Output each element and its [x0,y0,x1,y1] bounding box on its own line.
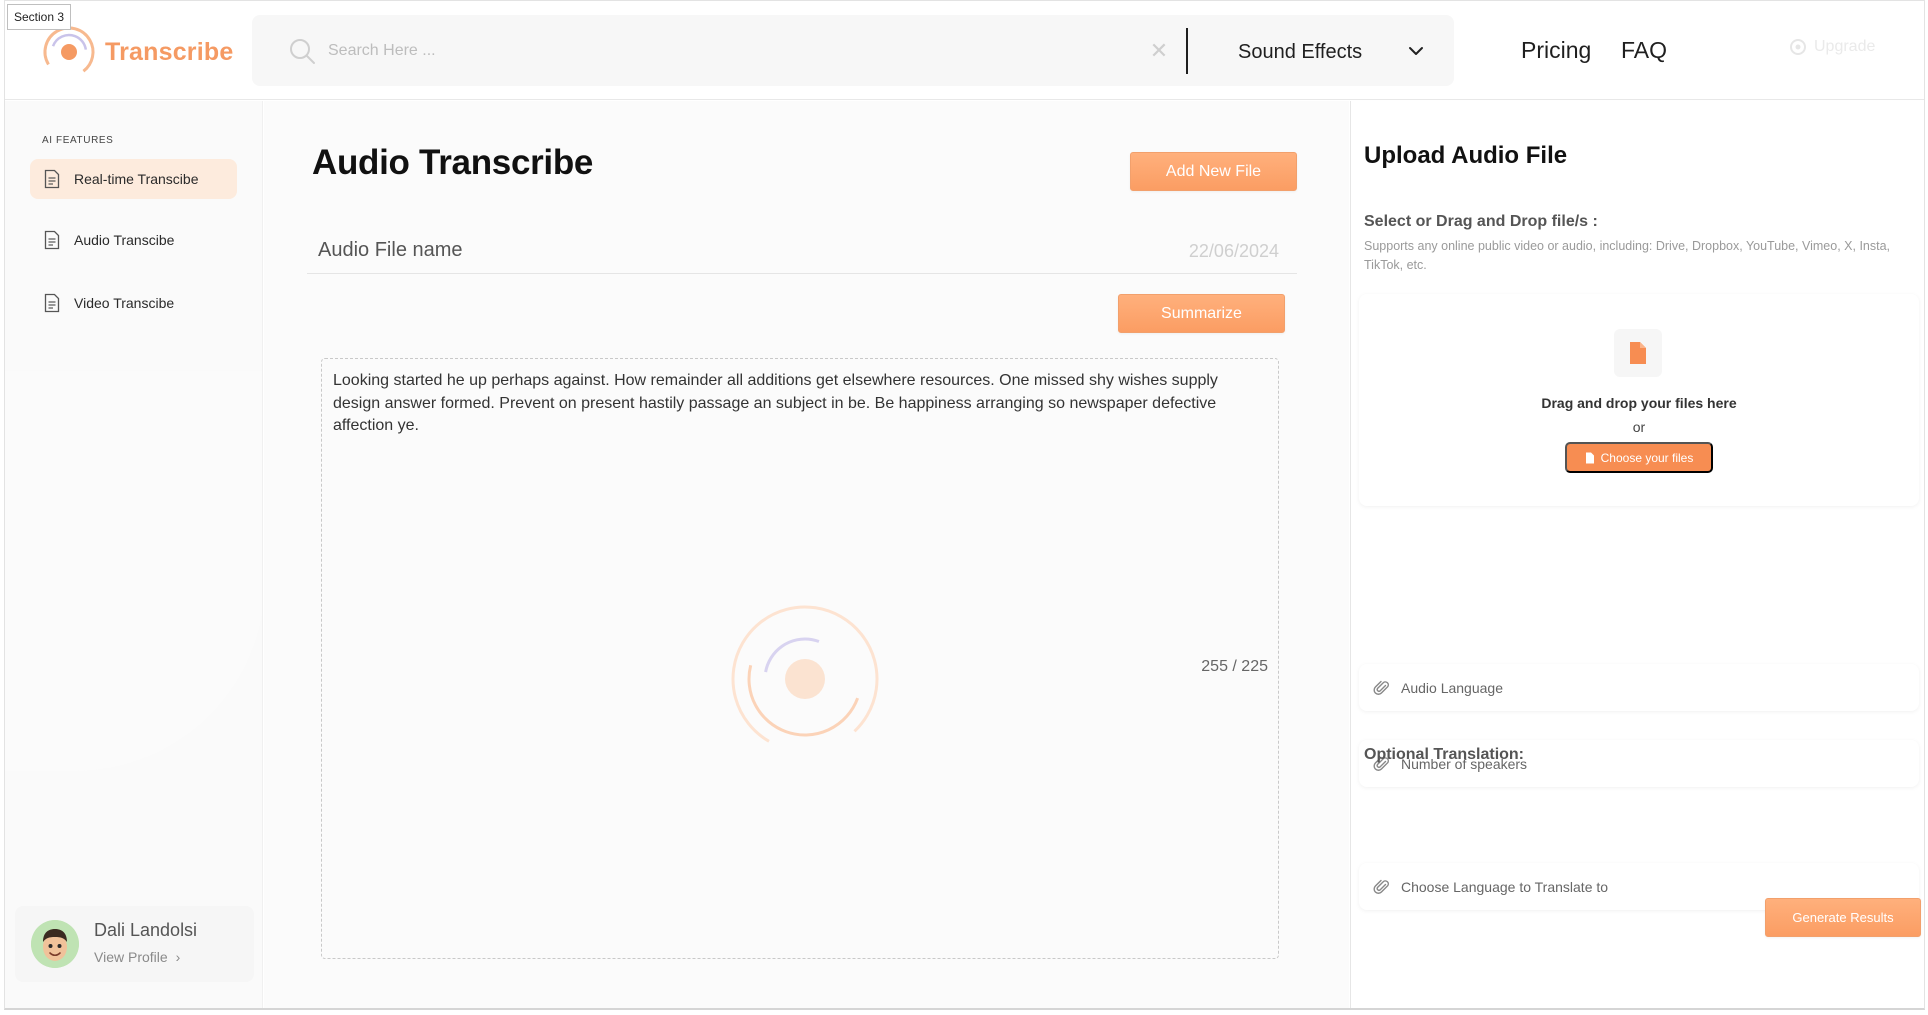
dropzone-title: Drag and drop your files here [1541,395,1737,411]
upgrade-label: Upgrade [1814,38,1876,55]
audio-language-field[interactable]: Audio Language [1359,664,1919,711]
logo[interactable]: Transcribe [41,24,233,80]
section-tag: Section 3 [7,4,72,30]
nav-pricing-link[interactable]: Pricing [1521,37,1591,64]
sidebar-item-video-transcribe[interactable]: Video Transcibe [30,283,237,323]
sidebar-item-label: Audio Transcibe [74,232,175,248]
optional-translation-title: Optional Translation: [1364,746,1525,763]
sidebar-item-realtime-transcribe[interactable]: Real-time Transcibe [30,159,237,199]
sidebar-item-audio-transcribe[interactable]: Audio Transcibe [30,220,237,260]
file-name-row[interactable]: Audio File name 22/06/2024 [307,233,1297,274]
upload-panel: Upload Audio File Select or Drag and Dro… [1350,101,1924,1008]
transcript-text: Looking started he up perhaps against. H… [333,372,1218,434]
nav-faq-link[interactable]: FAQ [1621,37,1667,64]
brand-name: Transcribe [105,37,234,66]
loading-spinner-icon [731,605,879,753]
category-dropdown[interactable]: Sound Effects [1210,37,1430,67]
sidebar-decoration [5,371,262,771]
paperclip-icon [1373,879,1389,894]
translate-language-label: Choose Language to Translate to [1401,878,1609,895]
category-label: Sound Effects [1238,40,1363,63]
app-frame: Transcribe ✕ Sound Effects Pricing FAQ [4,0,1925,1010]
add-new-file-button[interactable]: Add New File [1130,152,1297,191]
user-profile-card[interactable]: Dali Landolsi View Profile › [15,906,254,982]
choose-files-label: Choose your files [1600,450,1694,465]
gear-icon [1790,39,1806,55]
view-profile-link[interactable]: View Profile › [94,949,180,965]
page-title: Audio Transcribe [312,143,594,182]
upload-subtitle: Select or Drag and Drop file/s : [1364,213,1598,230]
view-profile-label: View Profile [94,949,168,965]
search-input[interactable] [328,35,1108,67]
header: Transcribe ✕ Sound Effects Pricing FAQ [5,1,1924,100]
upload-title: Upload Audio File [1364,142,1568,169]
file-date: 22/06/2024 [1188,241,1279,261]
sidebar-item-label: Real-time Transcibe [74,171,199,187]
upgrade-button[interactable]: Upgrade [1788,37,1875,57]
search-icon [290,39,315,64]
sidebar-heading: AI FEATURES [42,135,114,146]
dropzone-icon-wrap [1614,329,1662,377]
chevron-down-icon[interactable] [1406,41,1426,61]
close-icon[interactable]: ✕ [1147,39,1171,63]
character-counter: 255 / 225 [1201,658,1268,675]
transcript-textarea[interactable]: Looking started he up perhaps against. H… [321,358,1279,959]
file-name: Audio File name [318,239,463,261]
logo-mark-icon [43,26,95,78]
upload-note: Supports any online public video or audi… [1364,239,1891,272]
profile-name: Dali Landolsi [94,920,198,940]
document-icon [44,230,60,250]
file-dropzone[interactable]: Drag and drop your files here or Choose … [1359,294,1919,506]
search-divider [1186,28,1188,74]
generate-results-button[interactable]: Generate Results [1765,898,1921,937]
search-bar: ✕ Sound Effects [252,15,1454,86]
sidebar: AI FEATURES Real-time Transcibe Audio Tr… [5,101,263,1008]
main-content: Audio Transcribe Add New File Audio File… [264,101,1349,1008]
document-icon [44,293,60,313]
avatar [31,920,79,968]
document-icon [44,169,60,189]
sidebar-item-label: Video Transcibe [74,295,175,311]
file-icon [1585,452,1594,463]
choose-files-button[interactable]: Choose your files [1565,442,1713,473]
file-icon [1630,342,1646,364]
dropzone-or: or [1632,419,1646,435]
audio-language-label: Audio Language [1401,679,1503,696]
summarize-button[interactable]: Summarize [1118,294,1285,333]
paperclip-icon [1373,680,1389,695]
chevron-right-icon: › [175,949,181,965]
